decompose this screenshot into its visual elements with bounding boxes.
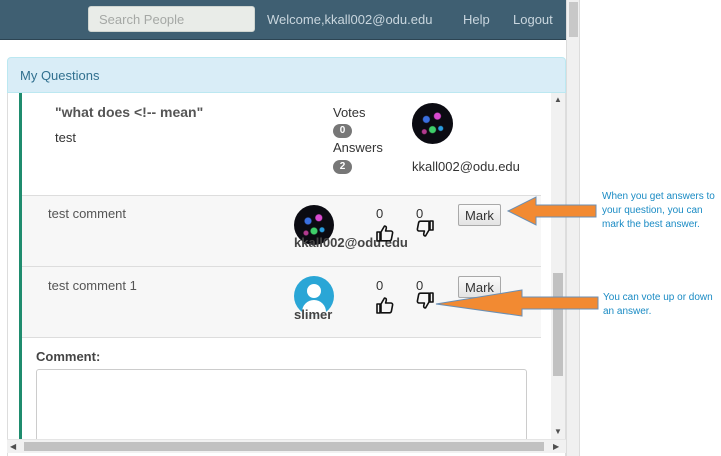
vote-answer-note: You can vote up or down an answer.	[603, 292, 713, 317]
answer-text: test comment	[48, 206, 127, 221]
top-navbar: Welcome,kkall002@odu.edu Help Logout	[0, 0, 566, 40]
logout-link[interactable]: Logout	[513, 12, 553, 27]
mark-answer-note: When you get answers to your question, y…	[602, 191, 715, 230]
panel-title: My Questions	[20, 68, 100, 83]
thumbs-up-icon[interactable]	[375, 223, 395, 243]
app-window: Welcome,kkall002@odu.edu Help Logout My …	[0, 0, 721, 456]
votes-label: Votes	[333, 105, 366, 120]
up-arrow-icon[interactable]: ▲	[554, 95, 562, 105]
right-arrow-icon[interactable]: ▶	[553, 442, 559, 452]
left-arrow-icon[interactable]: ◀	[10, 442, 16, 452]
thumbs-down-icon[interactable]	[415, 219, 435, 239]
help-link[interactable]: Help	[463, 12, 490, 27]
mark-callout-arrow	[506, 196, 597, 226]
answer-author[interactable]: slimer	[294, 307, 332, 322]
votes-badge: 0	[333, 124, 352, 138]
welcome-link[interactable]: Welcome,kkall002@odu.edu	[267, 12, 432, 27]
question-author-avatar[interactable]	[412, 103, 453, 144]
answer-row: test comment kkall002@odu.edu 0 0 Mark	[22, 196, 541, 266]
mark-best-answer-button[interactable]: Mark	[458, 204, 501, 226]
search-people-input[interactable]	[88, 6, 255, 32]
question-author[interactable]: kkall002@odu.edu	[412, 159, 520, 174]
answer-text: test comment 1	[48, 278, 137, 293]
comment-label: Comment:	[36, 349, 101, 364]
window-scrollbar-thumb[interactable]	[569, 2, 578, 37]
content-horizontal-scrollbar[interactable]: ◀ ▶	[7, 439, 566, 453]
answers-badge: 2	[333, 160, 352, 174]
question-title[interactable]: "what does <!-- mean"	[55, 104, 203, 120]
content-horizontal-scrollbar-thumb[interactable]	[24, 442, 544, 451]
thumbs-up-icon[interactable]	[375, 295, 395, 315]
upvote-count: 0	[376, 278, 384, 293]
content-vertical-scrollbar[interactable]: ▲ ▼	[551, 93, 565, 439]
upvote-count: 0	[376, 206, 384, 221]
divider	[22, 337, 541, 338]
down-arrow-icon[interactable]: ▼	[554, 427, 562, 437]
vote-callout-arrow	[435, 289, 599, 317]
answers-label: Answers	[333, 140, 383, 155]
panel-header: My Questions	[7, 57, 566, 93]
question-body: test	[55, 130, 76, 145]
question-content: "what does <!-- mean" test Votes 0 Answe…	[22, 93, 541, 439]
comment-input[interactable]	[36, 369, 527, 439]
